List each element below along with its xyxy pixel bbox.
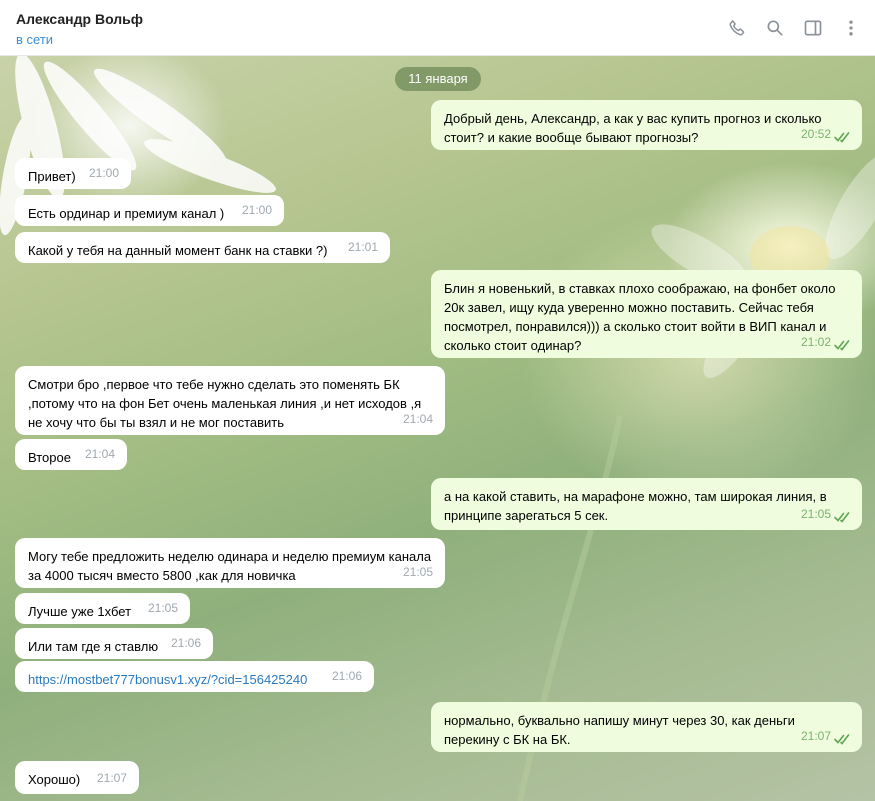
message-bubble-incoming[interactable]: Могу тебе предложить неделю одинара и не…: [15, 538, 445, 588]
message-time: 21:02: [800, 335, 831, 349]
message-time: 21:06: [170, 636, 201, 650]
date-separator: 11 января: [395, 67, 481, 91]
message-time: 21:05: [800, 507, 831, 521]
message-text: Какой у тебя на данный момент банк на ст…: [28, 243, 328, 258]
message-text: Смотри бро ,первое что тебе нужно сделат…: [28, 377, 422, 430]
message-bubble-outgoing[interactable]: Блин я новенький, в ставках плохо сообра…: [431, 270, 862, 358]
message-text: Блин я новенький, в ставках плохо сообра…: [444, 281, 836, 353]
message-bubble-outgoing[interactable]: Добрый день, Александр, а как у вас купи…: [431, 100, 862, 150]
message-bubble-incoming[interactable]: Смотри бро ,первое что тебе нужно сделат…: [15, 366, 445, 435]
contact-name[interactable]: Александр Вольф: [16, 11, 143, 27]
message-text: Добрый день, Александр, а как у вас купи…: [444, 111, 822, 145]
sidebar-toggle-icon[interactable]: [801, 16, 825, 40]
message-bubble-incoming[interactable]: Какой у тебя на данный момент банк на ст…: [15, 232, 390, 263]
message-time: 21:06: [331, 669, 362, 683]
message-bubble-incoming[interactable]: Второе 21:04: [15, 439, 127, 470]
message-bubble-incoming[interactable]: Или там где я ставлю 21:06: [15, 628, 213, 659]
read-checkmarks-icon: [834, 340, 850, 351]
message-bubble-incoming[interactable]: https://mostbet777bonusv1.xyz/?cid=15642…: [15, 661, 374, 692]
message-bubble-outgoing[interactable]: нормально, буквально напишу минут через …: [431, 702, 862, 752]
chat-area[interactable]: 11 января Добрый день, Александр, а как …: [0, 56, 875, 801]
read-checkmarks-icon: [834, 512, 850, 523]
message-text: нормально, буквально напишу минут через …: [444, 713, 795, 747]
chat-header: Александр Вольф в сети: [0, 0, 875, 56]
message-bubble-incoming[interactable]: Хорошо) 21:07: [15, 761, 139, 794]
phone-icon[interactable]: [725, 16, 749, 40]
message-time: 21:00: [88, 166, 119, 180]
message-time: 21:05: [402, 565, 433, 579]
message-time: 21:04: [84, 447, 115, 461]
message-time: 21:00: [241, 203, 272, 217]
message-bubble-incoming[interactable]: Привет) 21:00: [15, 158, 131, 189]
message-text: а на какой ставить, на марафоне можно, т…: [444, 489, 827, 523]
message-bubble-incoming[interactable]: Лучше уже 1хбет 21:05: [15, 593, 190, 624]
message-time: 21:05: [147, 601, 178, 615]
contact-status: в сети: [16, 32, 54, 47]
message-text: Есть ординар и премиум канал ): [28, 206, 225, 221]
message-bubble-outgoing[interactable]: а на какой ставить, на марафоне можно, т…: [431, 478, 862, 530]
message-link[interactable]: https://mostbet777bonusv1.xyz/?cid=15642…: [28, 670, 362, 689]
message-time: 21:07: [800, 729, 831, 743]
read-checkmarks-icon: [834, 734, 850, 745]
message-bubble-incoming[interactable]: Есть ординар и премиум канал ) 21:00: [15, 195, 284, 226]
message-time: 21:04: [402, 412, 433, 426]
message-time: 21:07: [96, 771, 127, 785]
message-text: Могу тебе предложить неделю одинара и не…: [28, 549, 432, 583]
message-time: 20:52: [800, 127, 831, 141]
more-vertical-icon[interactable]: [839, 16, 863, 40]
search-icon[interactable]: [763, 16, 787, 40]
message-time: 21:01: [347, 240, 378, 254]
header-actions: [725, 16, 863, 40]
read-checkmarks-icon: [834, 132, 850, 143]
